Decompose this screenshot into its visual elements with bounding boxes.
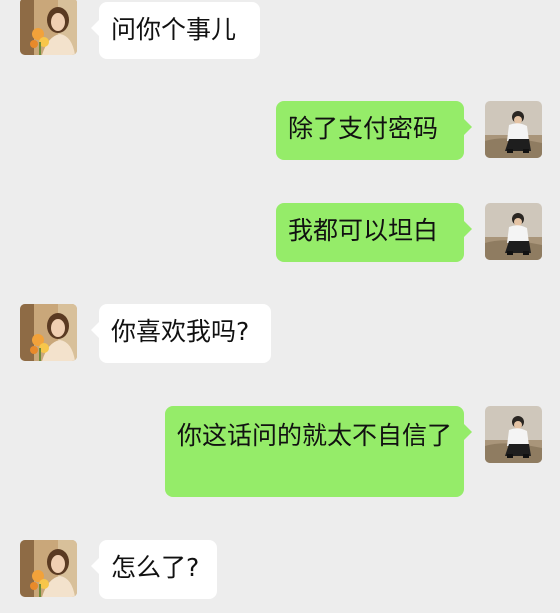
contact-avatar[interactable] [20, 304, 77, 361]
woman-with-flowers-avatar-icon [20, 304, 77, 361]
message-text: 你喜欢我吗? [111, 317, 250, 346]
contact-avatar[interactable] [20, 0, 77, 55]
self-avatar[interactable] [485, 101, 542, 158]
message-text: 我都可以坦白 [288, 216, 439, 245]
chat-conversation: 问你个事儿 除了支付密码 我都可以坦白 你喜欢我吗? 你这话问的就太不自信了 怎… [0, 0, 560, 613]
message-text: 问你个事儿 [111, 15, 237, 44]
message-text: 你这话问的就太不自信了 [177, 421, 453, 450]
man-sitting-on-beach-avatar-icon [485, 406, 542, 463]
incoming-message-bubble[interactable]: 你喜欢我吗? [91, 304, 271, 363]
self-avatar[interactable] [485, 203, 542, 260]
message-text: 怎么了? [111, 553, 200, 582]
outgoing-message-bubble[interactable]: 我都可以坦白 [276, 203, 472, 262]
man-sitting-on-beach-avatar-icon [485, 101, 542, 158]
self-avatar[interactable] [485, 406, 542, 463]
man-sitting-on-beach-avatar-icon [485, 203, 542, 260]
incoming-message-bubble[interactable]: 怎么了? [91, 540, 217, 599]
woman-with-flowers-avatar-icon [20, 540, 77, 597]
outgoing-message-bubble[interactable]: 你这话问的就太不自信了 [165, 406, 472, 497]
outgoing-message-bubble[interactable]: 除了支付密码 [276, 101, 472, 160]
contact-avatar[interactable] [20, 540, 77, 597]
message-text: 除了支付密码 [288, 114, 439, 143]
woman-with-flowers-avatar-icon [20, 0, 77, 55]
incoming-message-bubble[interactable]: 问你个事儿 [91, 2, 260, 59]
